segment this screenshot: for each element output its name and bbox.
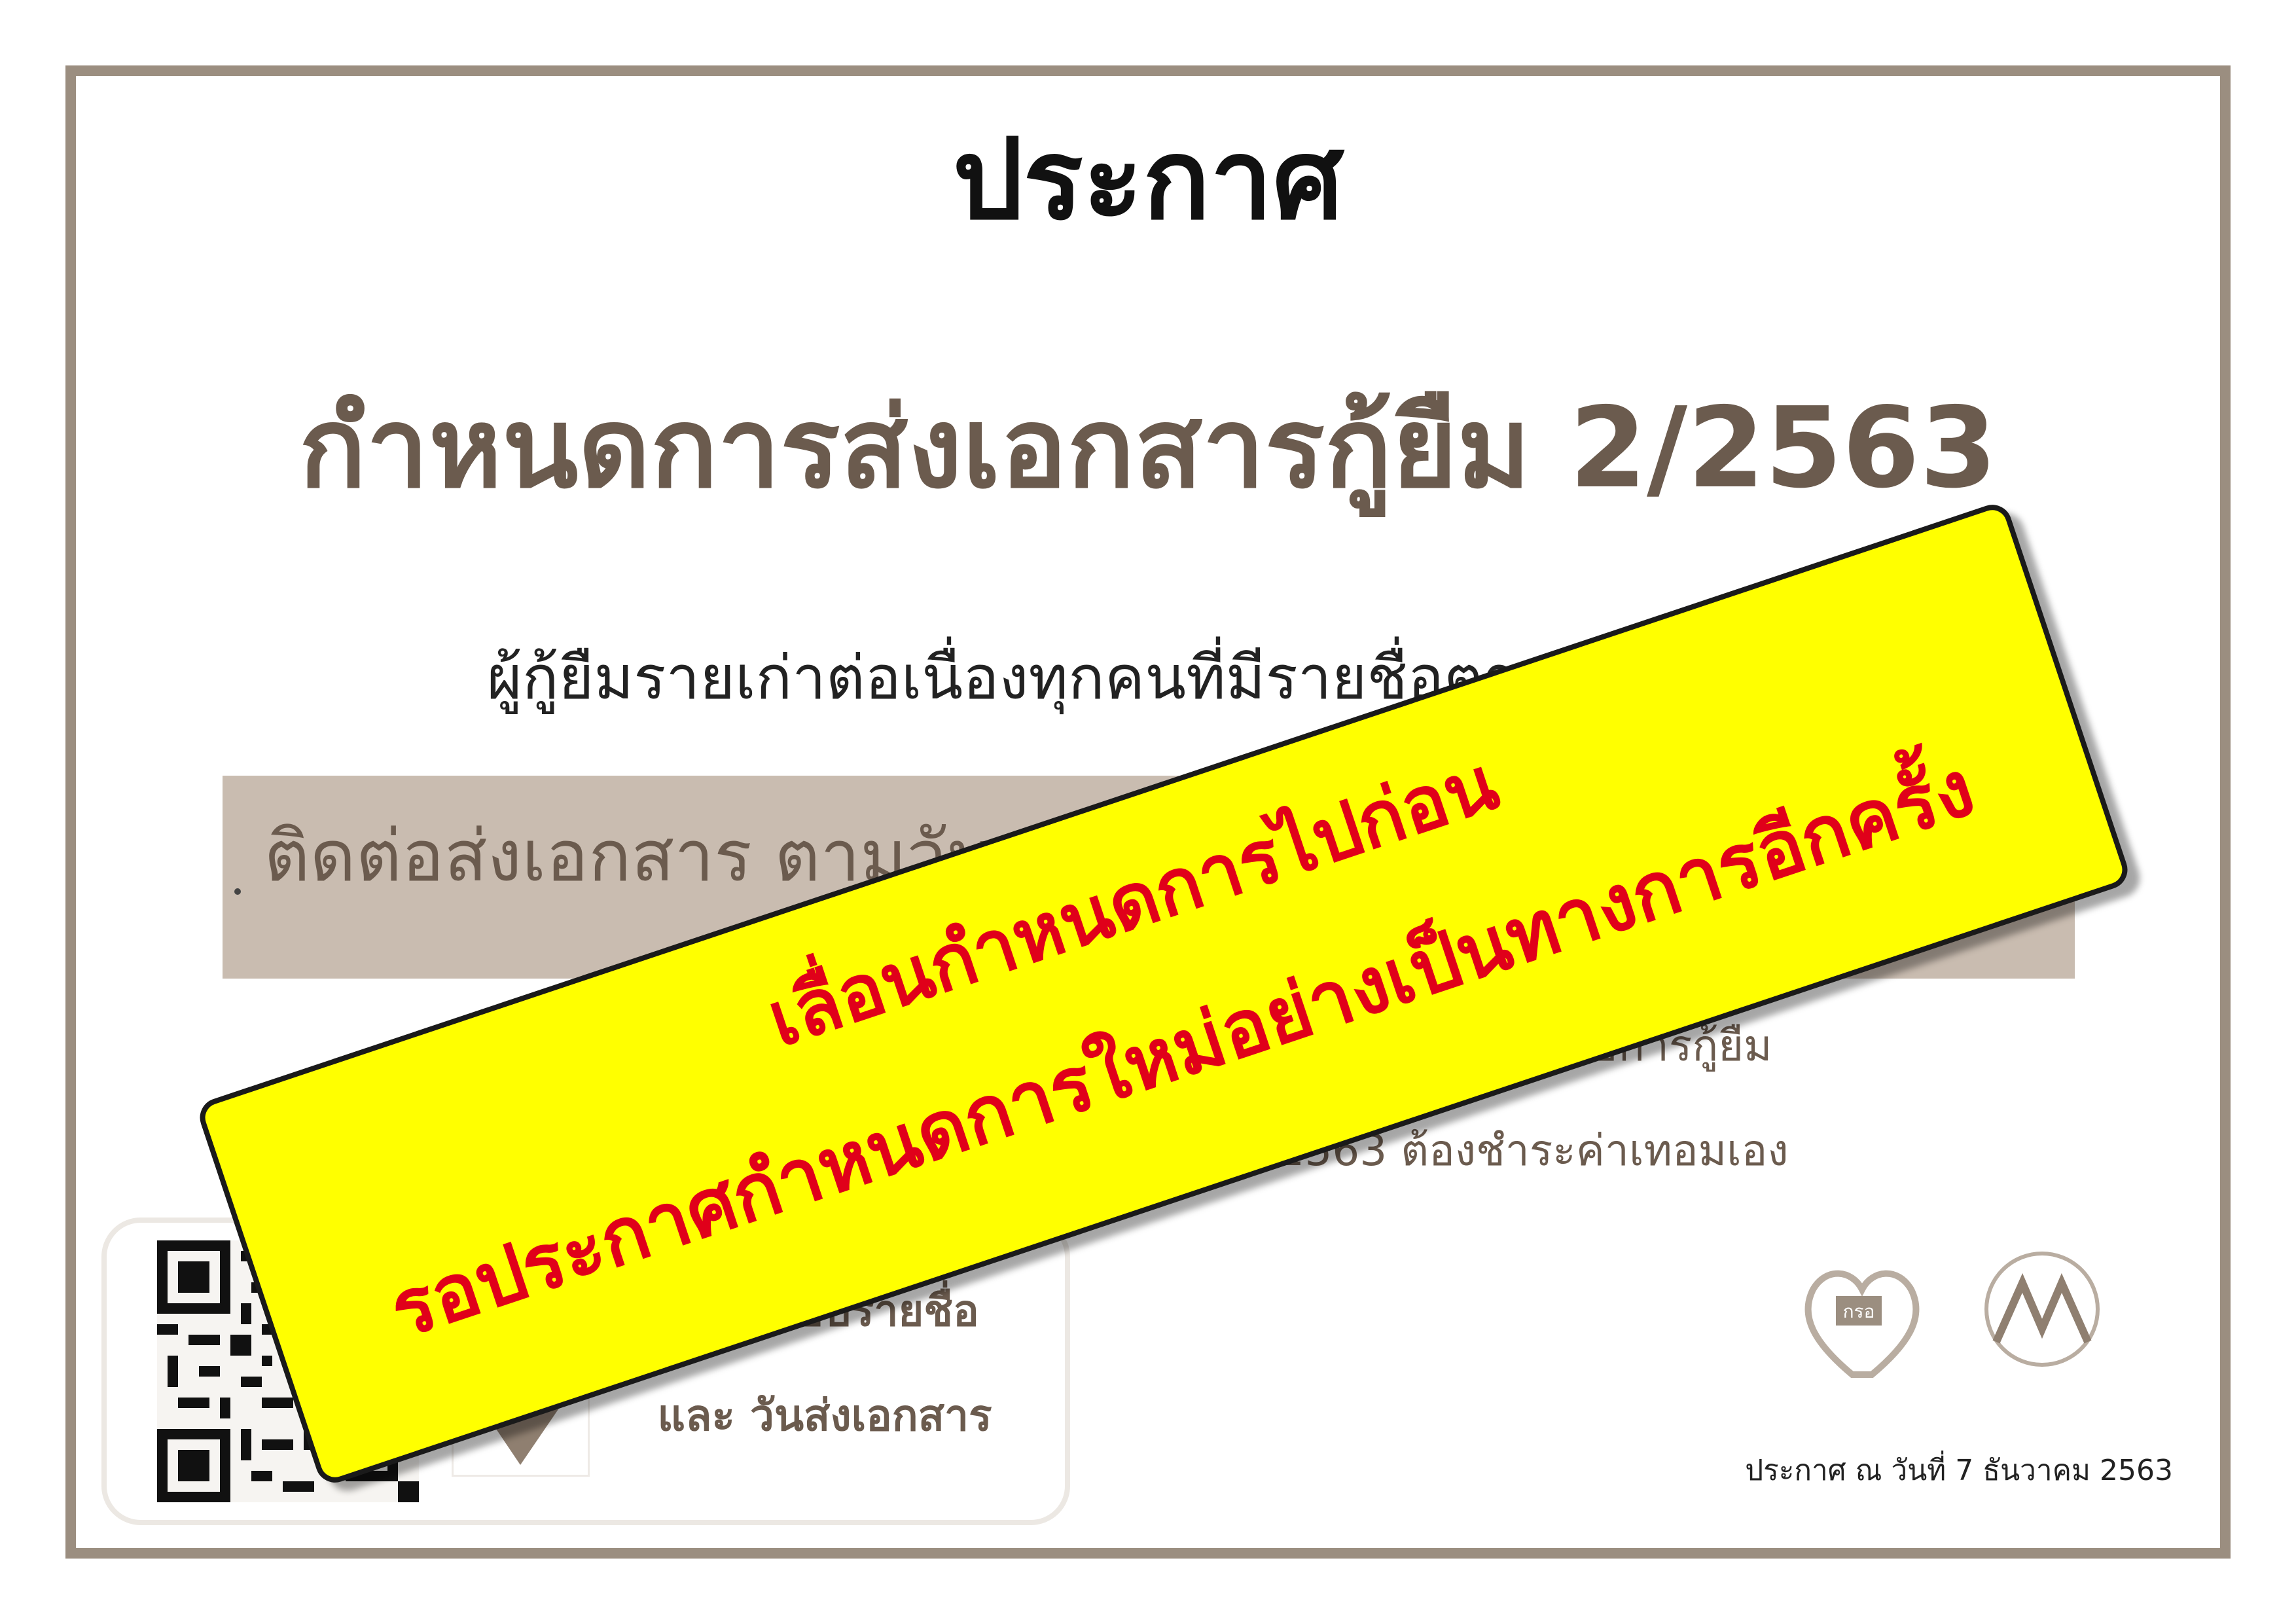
- kro-logo-icon: กรอ: [1804, 1270, 1920, 1378]
- submission-date-label: และ วันส่งเอกสาร: [657, 1390, 992, 1441]
- svg-text:กรอ: กรอ: [1843, 1301, 1875, 1322]
- logos: กรอ: [1800, 1244, 2127, 1388]
- kyf-logo-icon: [1984, 1252, 2100, 1367]
- announcement-date: ประกาศ ณ วันที่ 7 ธันวาคม 2563: [1745, 1454, 2173, 1487]
- notice-subtitle: กำหนดการส่งเอกสารกู้ยืม 2/2563: [298, 384, 1998, 513]
- notice-title: ประกาศ: [952, 115, 1344, 245]
